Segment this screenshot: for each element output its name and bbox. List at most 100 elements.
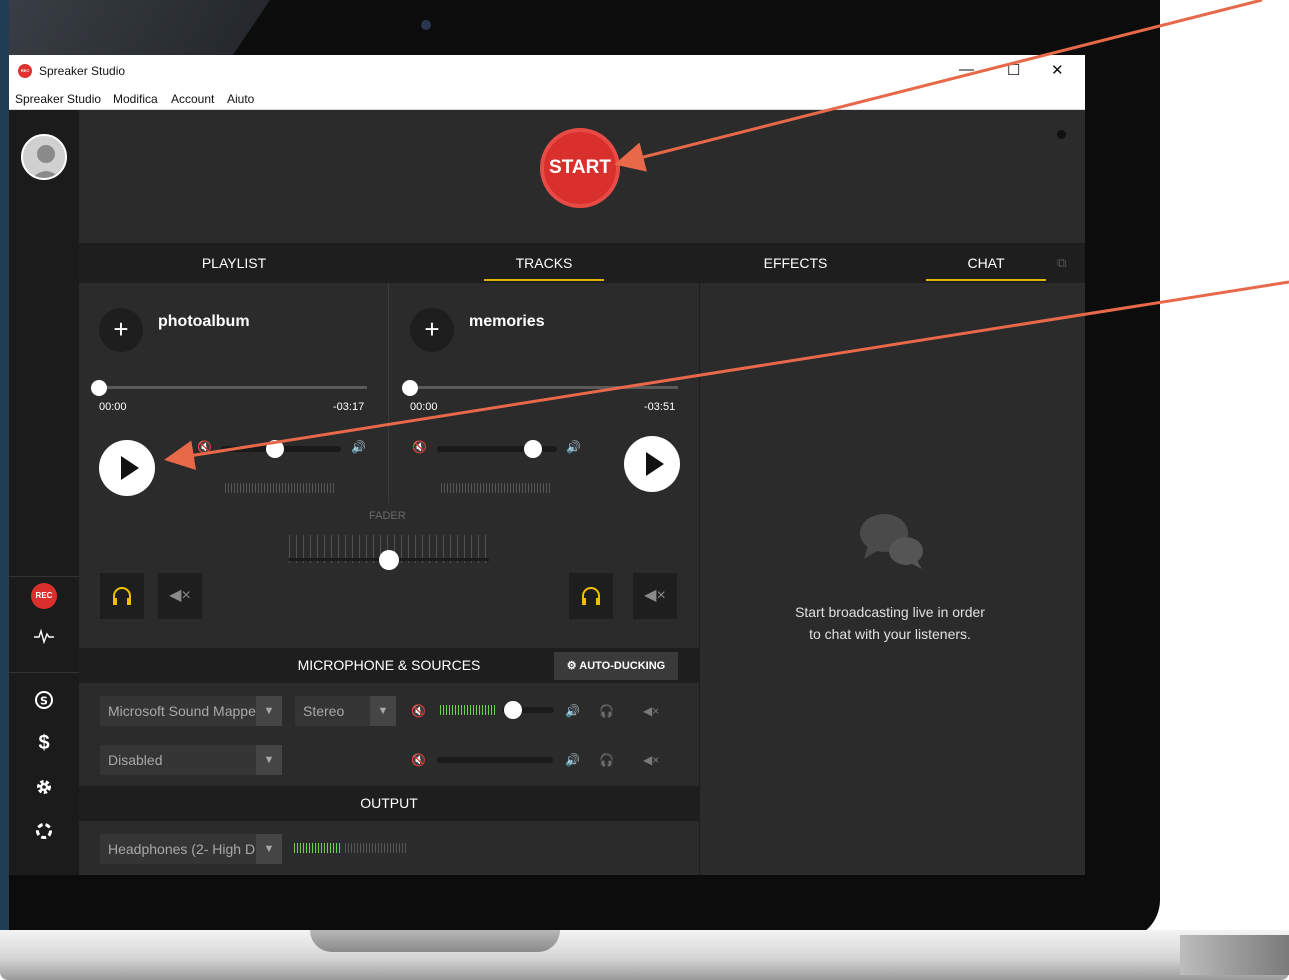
laptop-base [0,930,1289,980]
sidebar: REC S $ [9,110,79,875]
source2-device-select[interactable]: Disabled ▼ [100,745,282,775]
volume-up-icon[interactable]: 🔊 [351,440,366,454]
menu-spreaker-studio[interactable]: Spreaker Studio [15,92,101,106]
tab-chat[interactable]: CHAT [926,243,1046,283]
tracks-panel: + photoalbum 00:00 -03:17 🔇 🔊 + memories… [79,283,699,648]
volume-mute-icon[interactable]: 🔇 [197,440,212,454]
pulse-icon[interactable] [9,628,79,649]
user-icon [23,136,65,178]
app-window: REC Spreaker Studio — ☐ ✕ Spreaker Studi… [9,55,1085,875]
output-section-title: OUTPUT [360,795,418,811]
deck-a-progress[interactable] [91,380,367,396]
deck-a-headphone-button[interactable] [100,573,144,619]
popout-icon[interactable]: ⧉ [1057,255,1066,271]
help-icon[interactable] [9,822,79,845]
headphones-icon[interactable]: 🎧 [599,753,614,767]
deck-b-play-button[interactable] [624,436,680,492]
source2-volume[interactable] [437,757,553,763]
chat-empty-message: Start broadcasting live in order to chat… [700,601,1080,645]
tab-bar: PLAYLIST TRACKS EFFECTS CHAT ⧉ [79,243,1085,283]
skype-icon[interactable]: S [9,690,79,715]
volume-mute-icon[interactable]: 🔇 [412,440,427,454]
tab-playlist[interactable]: PLAYLIST [79,243,389,283]
volume-mute-icon[interactable]: 🔇 [411,704,426,718]
source1-device-value: Microsoft Sound Mappe [108,703,256,719]
output-device-select[interactable]: Headphones (2- High D ▼ [100,834,282,864]
crossfader-knob[interactable] [379,550,399,570]
maximize-button[interactable]: ☐ [1007,61,1020,79]
deck-a-remaining: -03:17 [333,401,365,413]
mic-section-header: MICROPHONE & SOURCES ⚙ AUTO-DUCKING [79,648,699,683]
add-track-button-a[interactable]: + [99,308,143,352]
headphones-icon [113,587,131,605]
broadcast-area: START [79,110,1085,243]
deck-a-volume[interactable] [221,440,341,458]
deck-b-title: memories [469,313,545,330]
minimize-button[interactable]: — [959,61,974,78]
menu-account[interactable]: Account [171,92,214,106]
deck-b-volume-knob[interactable] [524,440,542,458]
source1-level-meter [440,705,496,715]
deck-a-play-button[interactable] [99,440,155,496]
tab-effects[interactable]: EFFECTS [699,243,892,283]
bezel-reflection [0,0,270,60]
deck-a-title: photoalbum [158,313,250,330]
title-bar: REC Spreaker Studio — ☐ ✕ [9,55,1085,88]
headphones-icon[interactable]: 🎧 [599,704,614,718]
app-body: REC S $ START PLAYLIST TRACKS EFFECTS CH… [9,110,1085,875]
deck-b-remaining: -03:51 [644,401,676,413]
app-icon: REC [18,64,32,78]
deck-b-volume[interactable] [437,440,557,458]
deck-a-volume-knob[interactable] [266,440,284,458]
deck-b-level-meter [441,483,551,493]
deck-divider [388,283,389,503]
tab-tracks[interactable]: TRACKS [484,243,604,283]
deck-b-progress[interactable] [402,380,678,396]
chevron-down-icon: ▼ [370,696,396,726]
chat-panel: Start broadcasting live in order to chat… [699,283,1085,875]
laptop-notch [310,930,560,952]
deck-b-mute-button[interactable]: ◀× [633,573,677,619]
deck-a-elapsed: 00:00 [99,401,127,413]
volume-up-icon[interactable]: 🔊 [565,753,580,767]
output-device-value: Headphones (2- High D [108,841,256,857]
webcam [421,20,431,30]
sidebar-divider [9,672,79,673]
volume-up-icon[interactable]: 🔊 [566,440,581,454]
source1-mode-value: Stereo [303,703,345,719]
volume-mute-icon[interactable]: 🔇 [411,753,426,767]
laptop-edge [1180,935,1289,975]
deck-a-progress-knob[interactable] [91,380,107,396]
mute-icon[interactable]: ◀× [643,753,659,767]
source2-device-value: Disabled [108,752,163,768]
chevron-down-icon: ▼ [256,696,282,726]
source1-mode-select[interactable]: Stereo ▼ [295,696,396,726]
status-indicator [1057,130,1066,139]
deck-b-progress-knob[interactable] [402,380,418,396]
start-button[interactable]: START [540,128,620,208]
rec-icon[interactable]: REC [31,583,57,609]
menu-modifica[interactable]: Modifica [113,92,158,106]
auto-ducking-label: AUTO-DUCKING [579,660,666,672]
window-title: Spreaker Studio [39,64,126,78]
add-track-button-b[interactable]: + [410,308,454,352]
auto-ducking-button[interactable]: ⚙ AUTO-DUCKING [554,652,678,680]
source1-device-select[interactable]: Microsoft Sound Mappe ▼ [100,696,282,726]
output-section-header: OUTPUT [79,786,699,821]
dollar-icon[interactable]: $ [9,732,79,755]
menu-bar: Spreaker Studio Modifica Account Aiuto [9,88,1085,110]
deck-b-headphone-button[interactable] [569,573,613,619]
chevron-down-icon: ▼ [256,745,282,775]
gear-icon[interactable] [9,778,79,801]
output-level-meter-left [294,843,342,853]
deck-a-level-meter [225,483,335,493]
menu-aiuto[interactable]: Aiuto [227,92,254,106]
deck-a-mute-button[interactable]: ◀× [158,573,202,619]
sidebar-divider [9,576,79,577]
avatar[interactable] [21,134,67,180]
volume-up-icon[interactable]: 🔊 [565,704,580,718]
source1-volume-knob[interactable] [504,701,522,719]
fader-label: FADER [369,510,406,522]
close-button[interactable]: ✕ [1051,61,1064,79]
mute-icon[interactable]: ◀× [643,704,659,718]
